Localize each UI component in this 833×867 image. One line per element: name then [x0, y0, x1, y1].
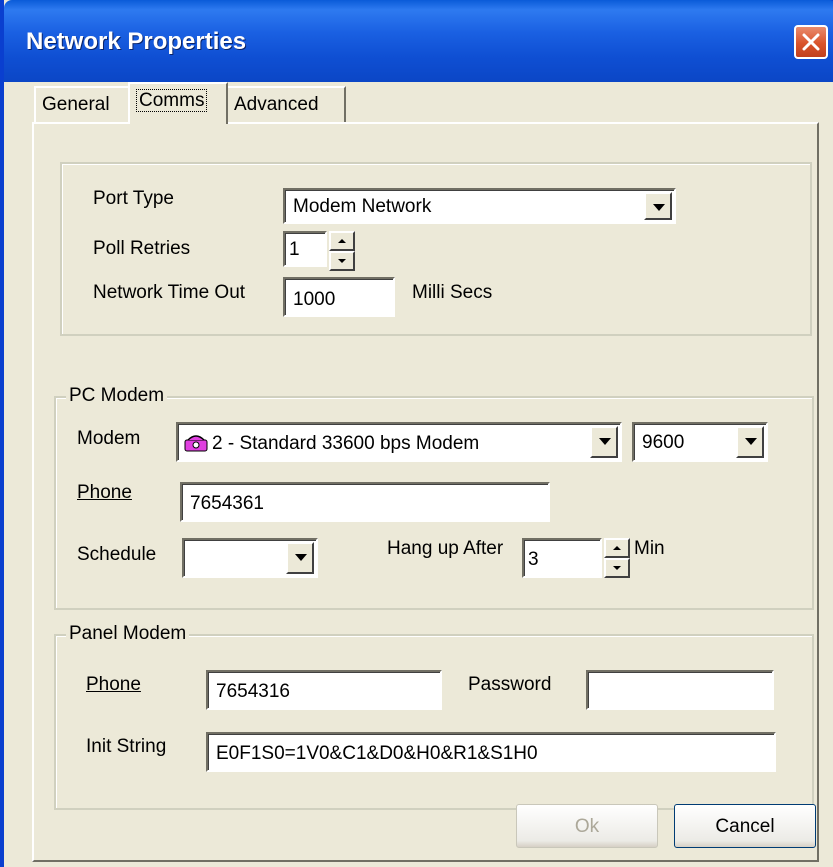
- title-bar[interactable]: Network Properties: [4, 0, 833, 82]
- poll-retries-value: 1: [289, 239, 300, 260]
- hangup-unit-label: Min: [634, 538, 665, 559]
- panel-modem-group: Panel Modem Phone 7654316 Password Init …: [54, 623, 814, 810]
- hangup-up-button[interactable]: [604, 538, 630, 558]
- panel-phone-value: 7654316: [216, 681, 290, 702]
- schedule-label: Schedule: [77, 544, 157, 565]
- ok-button-label: Ok: [574, 816, 600, 837]
- port-type-label: Port Type: [93, 188, 174, 209]
- schedule-select[interactable]: [182, 538, 318, 578]
- tab-general[interactable]: General: [34, 86, 130, 122]
- timeout-unit-label: Milli Secs: [412, 282, 493, 303]
- cancel-button[interactable]: Cancel: [674, 804, 816, 848]
- schedule-dropdown-arrow[interactable]: [286, 542, 314, 574]
- tab-advanced[interactable]: Advanced: [226, 86, 346, 122]
- hangup-value: 3: [528, 549, 539, 570]
- poll-retries-spinner[interactable]: [329, 231, 355, 271]
- panel-phone-label: Phone: [86, 674, 141, 695]
- init-string-label: Init String: [86, 736, 167, 757]
- baud-rate-select[interactable]: 9600: [632, 422, 768, 462]
- window-title: Network Properties: [26, 28, 247, 55]
- hangup-input[interactable]: 3: [522, 538, 602, 578]
- close-button[interactable]: [794, 25, 828, 59]
- network-timeout-input[interactable]: 1000: [283, 277, 395, 317]
- dialog-client-area: General Advanced Comms Port Type Modem N…: [8, 82, 833, 867]
- init-string-value: E0F1S0=1V0&C1&D0&H0&R1&S1H0: [216, 743, 538, 764]
- baud-rate-dropdown-arrow[interactable]: [736, 426, 764, 458]
- port-settings-group: Port Type Modem Network Poll Retries 1 N…: [60, 162, 812, 336]
- panel-modem-legend: Panel Modem: [66, 623, 190, 645]
- tab-general-label: General: [42, 94, 110, 115]
- comms-tab-panel: Port Type Modem Network Poll Retries 1 N…: [32, 122, 819, 862]
- poll-retries-input[interactable]: 1: [283, 231, 327, 267]
- modem-select[interactable]: 2 - Standard 33600 bps Modem: [176, 422, 622, 462]
- tab-comms-label: Comms: [136, 89, 208, 112]
- pc-modem-group: PC Modem Modem 2 - Standard 33600 bps Mo…: [54, 385, 814, 610]
- poll-retries-label: Poll Retries: [93, 238, 191, 259]
- port-type-select[interactable]: Modem Network: [283, 188, 676, 224]
- cancel-button-label: Cancel: [715, 816, 775, 837]
- hangup-down-button[interactable]: [604, 558, 630, 578]
- network-timeout-label: Network Time Out: [93, 282, 246, 303]
- init-string-input[interactable]: E0F1S0=1V0&C1&D0&H0&R1&S1H0: [206, 732, 776, 772]
- port-type-value: Modem Network: [293, 196, 432, 217]
- panel-phone-input[interactable]: 7654316: [206, 670, 442, 710]
- modem-label: Modem: [77, 428, 141, 449]
- modem-phone-icon: [184, 432, 208, 452]
- hangup-spinner[interactable]: [604, 538, 630, 578]
- port-type-dropdown-arrow[interactable]: [644, 192, 672, 220]
- baud-rate-value: 9600: [642, 432, 685, 453]
- pc-phone-label: Phone: [77, 482, 132, 503]
- tab-advanced-label: Advanced: [234, 94, 319, 115]
- poll-retries-down-button[interactable]: [329, 251, 355, 271]
- pc-phone-value: 7654361: [190, 493, 264, 514]
- poll-retries-up-button[interactable]: [329, 231, 355, 251]
- close-icon: [802, 33, 820, 51]
- password-label: Password: [468, 674, 552, 695]
- hangup-label: Hang up After: [387, 538, 504, 559]
- network-timeout-value: 1000: [293, 289, 336, 310]
- network-properties-window: Network Properties General Advanced Comm…: [0, 0, 833, 867]
- password-input[interactable]: [586, 670, 774, 710]
- tab-comms[interactable]: Comms: [128, 82, 228, 124]
- ok-button[interactable]: Ok: [516, 804, 658, 848]
- modem-value: 2 - Standard 33600 bps Modem: [212, 433, 480, 454]
- pc-modem-legend: PC Modem: [66, 385, 168, 407]
- pc-phone-input[interactable]: 7654361: [180, 482, 550, 522]
- modem-dropdown-arrow[interactable]: [590, 426, 618, 458]
